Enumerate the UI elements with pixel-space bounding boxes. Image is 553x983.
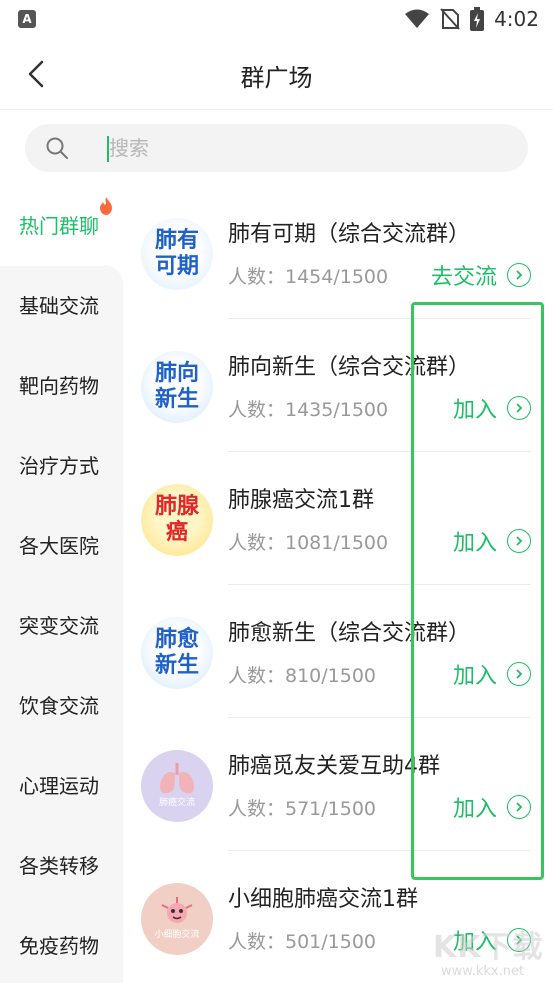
join-button[interactable]: 加入 <box>453 792 531 822</box>
group-name: 肺癌觅友关爱互助4群 <box>228 754 440 779</box>
sidebar-item-hospitals[interactable]: 各大医院 <box>0 506 123 586</box>
chevron-right-icon <box>507 529 531 553</box>
go-chat-button[interactable]: 去交流 <box>431 260 531 290</box>
sidebar-item-psychology-exercise[interactable]: 心理运动 <box>0 746 123 826</box>
group-name: 肺愈新生（综合交流群） <box>228 621 471 646</box>
chevron-right-icon <box>507 263 531 287</box>
member-count: 人数：1435/1500 <box>228 399 389 421</box>
chevron-right-icon <box>507 396 531 420</box>
list-item[interactable]: 肺腺癌 肺腺癌交流1群 人数：1081/1500 加入 <box>123 452 553 585</box>
wifi-icon <box>405 9 430 28</box>
group-name: 肺腺癌交流1群 <box>228 488 374 513</box>
member-count: 人数：810/1500 <box>228 665 377 687</box>
sidebar-item-metastasis[interactable]: 各类转移 <box>0 826 123 906</box>
search-bar[interactable] <box>25 124 528 172</box>
watermark: KK下载 www.kkx.net <box>433 930 544 979</box>
avatar: 小细胞交流 <box>141 883 213 955</box>
group-name: 肺有可期（综合交流群） <box>228 222 471 247</box>
join-button[interactable]: 加入 <box>453 393 531 423</box>
sidebar-item-targeted-drugs[interactable]: 靶向药物 <box>0 346 123 426</box>
group-name: 小细胞肺癌交流1群 <box>228 887 418 912</box>
chevron-right-icon <box>507 662 531 686</box>
join-button[interactable]: 加入 <box>453 659 531 689</box>
fire-icon <box>100 197 112 215</box>
avatar: 肺愈新生 <box>141 617 213 689</box>
cell-icon <box>161 897 193 923</box>
search-icon <box>46 137 68 159</box>
avatar: 肺癌交流 <box>141 750 213 822</box>
lungs-icon <box>160 763 194 794</box>
join-button[interactable]: 加入 <box>453 526 531 556</box>
group-name: 肺向新生（综合交流群） <box>228 355 471 380</box>
status-icons: 4:02 <box>404 6 539 32</box>
sidebar-item-immune-drugs[interactable]: 免疫药物 <box>0 906 123 983</box>
nav-bar: 群广场 <box>0 38 553 110</box>
no-sim-icon <box>440 8 460 30</box>
sidebar-item-diet[interactable]: 饮食交流 <box>0 666 123 746</box>
member-count: 人数：571/1500 <box>228 798 377 820</box>
list-item[interactable]: 肺愈新生 肺愈新生（综合交流群） 人数：810/1500 加入 <box>123 585 553 718</box>
avatar: 肺腺癌 <box>141 484 213 556</box>
member-count: 人数：1081/1500 <box>228 532 389 554</box>
avatar: 肺有可期 <box>141 218 213 290</box>
list-item[interactable]: 肺有可期 肺有可期（综合交流群） 人数：1454/1500 去交流 <box>123 186 553 319</box>
page-title: 群广场 <box>240 64 313 92</box>
sidebar-item-treatment[interactable]: 治疗方式 <box>0 426 123 506</box>
sidebar-item-mutation[interactable]: 突变交流 <box>0 586 123 666</box>
search-input[interactable] <box>109 130 509 166</box>
app-notification-icon: A <box>18 10 36 28</box>
list-item[interactable]: 肺向新生 肺向新生（综合交流群） 人数：1435/1500 加入 <box>123 319 553 452</box>
avatar: 肺向新生 <box>141 351 213 423</box>
member-count: 人数：1454/1500 <box>228 266 389 288</box>
status-time: 4:02 <box>494 7 539 31</box>
chevron-right-icon <box>507 795 531 819</box>
list-item[interactable]: 肺癌交流 肺癌觅友关爱互助4群 人数：571/1500 加入 <box>123 718 553 851</box>
member-count: 人数：501/1500 <box>228 931 377 953</box>
status-bar: A 4:02 <box>0 0 553 38</box>
battery-charging-icon <box>470 7 485 31</box>
sidebar-item-basic-exchange[interactable]: 基础交流 <box>0 266 123 346</box>
